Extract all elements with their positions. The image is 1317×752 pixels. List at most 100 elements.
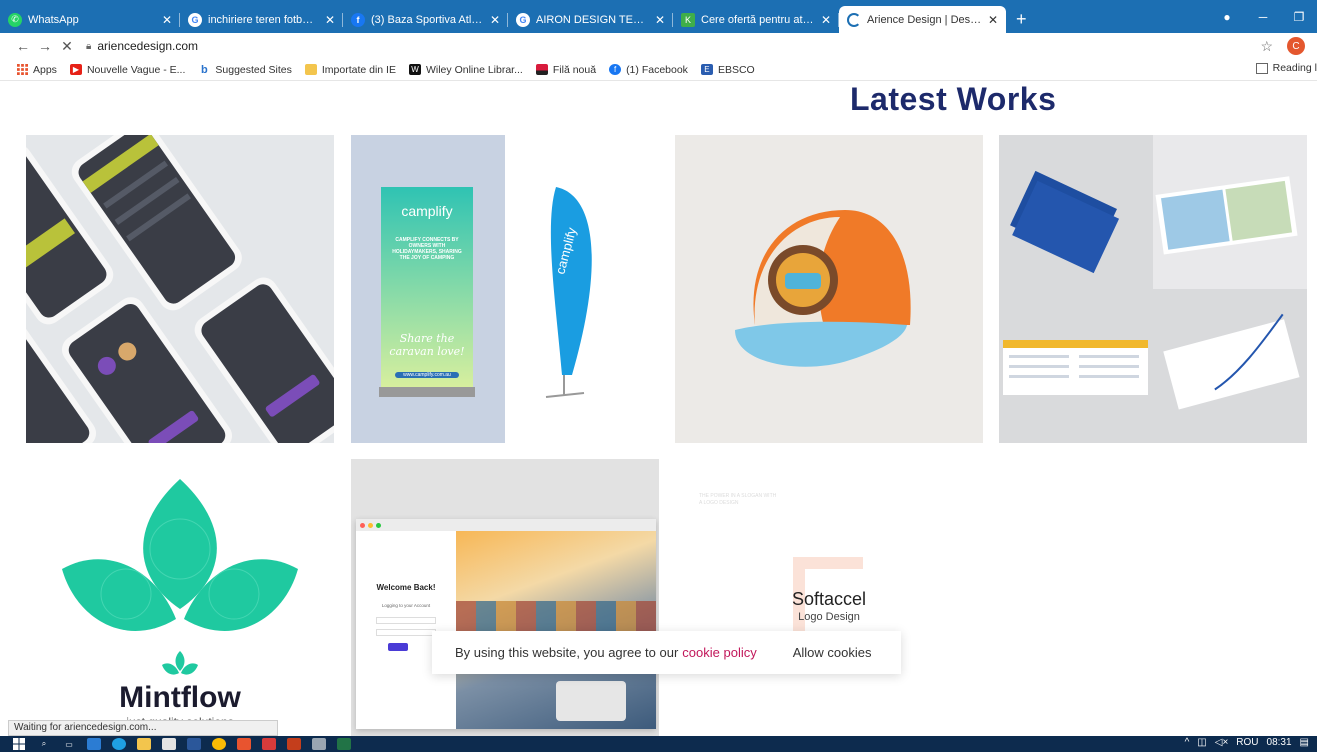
close-icon[interactable]: ✕ [821,13,831,27]
work-softaccel[interactable]: THE POWER IN A SLOGAN WITH A LOGO DESIGN… [675,459,983,736]
address-bar: ← → ✕ 🔒︎ ariencedesign.com ☆ C [0,33,1317,59]
chrome-icon[interactable] [212,738,226,750]
work-app-screens[interactable] [26,135,334,443]
banner-brand: camplify [401,203,453,219]
bookmark-fila-noua[interactable]: Filă nouă [535,63,597,76]
apps-grid-icon [16,64,28,75]
excel-icon[interactable] [337,738,351,750]
clock[interactable]: 08:31 [1267,737,1292,748]
task-view-icon[interactable]: ▭ [62,738,76,750]
tab-arience-design[interactable]: Arience Design | Design Compan ✕ [839,6,1006,33]
store-icon[interactable] [162,738,176,750]
tab-label: AIRON DESIGN TEAM SRL - Căut [536,13,649,26]
google-icon: G [516,12,530,27]
softaccel-subtitle: Logo Design [798,611,860,623]
bookmark-star-icon[interactable]: ☆ [1260,38,1273,55]
profile-menu-icon[interactable]: ● [1209,10,1245,24]
minimize-icon[interactable]: ─ [1245,10,1281,24]
cookie-policy-link[interactable]: cookie policy [682,645,756,660]
language-indicator[interactable]: ROU [1236,737,1258,748]
web-ui-title: Welcome Back! [376,583,436,592]
volume-icon[interactable]: ◁× [1215,737,1229,748]
cookie-message: By using this website, you agree to our [455,645,679,660]
reading-list-icon [1255,62,1268,74]
notifications-icon[interactable]: ▤ [1300,737,1309,748]
bookmark-label: Nouvelle Vague - E... [86,63,186,76]
bookmark-label: Importate din IE [321,63,396,76]
tab-google-search[interactable]: G inchiriere teren fotbal craiova - C ✕ [180,6,343,33]
tab-oferta[interactable]: K Cere ofertă pentru atelier croitori ✕ [673,6,839,33]
brochures-image [1003,135,1307,410]
banner-script: Share the caravan love! [389,332,465,358]
close-icon[interactable]: ✕ [988,13,998,27]
powerpoint-icon[interactable] [287,738,301,750]
close-icon[interactable]: ✕ [162,13,172,27]
onedrive-icon[interactable] [87,738,101,750]
back-icon[interactable]: ← [12,38,34,54]
bookmark-apps[interactable]: Apps [16,64,57,76]
app-icon[interactable] [237,738,251,750]
youtube-icon: ▶ [69,64,82,75]
bookmark-facebook[interactable]: f (1) Facebook [609,64,688,76]
chevron-up-icon[interactable]: ^ [1185,737,1190,748]
stop-icon[interactable]: ✕ [56,38,78,55]
banner-site: www.camplify.com.au [395,372,459,378]
tab-whatsapp[interactable]: ✆ WhatsApp ✕ [0,6,180,33]
whatsapp-icon: ✆ [8,12,22,27]
mintflow-small-mark [162,651,198,675]
close-icon[interactable]: ✕ [655,13,665,27]
rollup-banner: camplify CAMPLIFY CONNECTS BY OWNERS WIT… [381,187,473,387]
bookmark-wiley[interactable]: W Wiley Online Librar... [408,64,523,76]
tab-facebook[interactable]: f (3) Baza Sportiva Atletico Craiova ✕ [343,6,508,33]
work-cap-mockup[interactable] [675,135,983,443]
restore-icon[interactable]: ❐ [1281,10,1317,24]
close-icon[interactable]: ✕ [490,13,500,27]
work-web-ui[interactable]: Welcome Back! Logging to your Account [351,459,659,736]
tab-label: WhatsApp [28,13,79,26]
forward-icon[interactable]: → [34,38,56,54]
powerpoint-alt-icon[interactable] [262,738,276,750]
cookie-banner: By using this website, you agree to our … [432,631,901,674]
url-field[interactable]: 🔒︎ ariencedesign.com [86,39,198,53]
bookmark-label: Suggested Sites [215,63,292,76]
flag-icon [535,64,548,75]
windows-taskbar: ⌕ ▭ ^ ◫ ◁× ROU 08:31 ▤ [0,736,1317,752]
avatar[interactable]: C [1287,37,1305,55]
windows-start-icon[interactable] [12,738,26,750]
tab-label: Cere ofertă pentru atelier croitori [701,13,815,26]
tab-airon-search[interactable]: G AIRON DESIGN TEAM SRL - Căut ✕ [508,6,673,33]
mintflow-name: Mintflow [119,681,241,714]
reading-list-label: Reading l [1272,62,1317,74]
edge-icon[interactable] [112,738,126,750]
bookmark-label: Filă nouă [552,63,597,76]
tab-label: Arience Design | Design Compan [867,13,982,26]
network-icon[interactable]: ◫ [1197,737,1206,748]
work-brochures[interactable] [999,135,1307,443]
work-mintflow-logo[interactable]: Mintflow just quality solutions [26,459,334,736]
bookmark-importate-ie[interactable]: Importate din IE [304,63,396,76]
work-camplify-banners[interactable]: camplify CAMPLIFY CONNECTS BY OWNERS WIT… [351,135,659,443]
word-icon[interactable] [187,738,201,750]
allow-cookies-button[interactable]: Allow cookies [793,645,872,660]
bookmark-label: EBSCO [717,63,755,76]
web-page: Latest Works camplify CAMPLIFY CONNECTS … [0,81,1317,736]
new-tab-button[interactable]: + [1006,6,1037,33]
softaccel-title: Softaccel [791,589,867,609]
bookmark-ebsco[interactable]: E EBSCO [700,63,755,76]
bookmark-nouvelle-vague[interactable]: ▶ Nouvelle Vague - E... [69,63,186,76]
reading-list[interactable]: Reading l [1255,62,1317,74]
bookmark-suggested-sites[interactable]: b Suggested Sites [198,63,292,76]
app-screens-image [26,135,334,443]
file-explorer-icon[interactable] [137,738,151,750]
facebook-icon: f [609,64,622,75]
ebsco-icon: E [700,64,713,75]
page-title: Latest Works [850,81,1057,117]
url-text: ariencedesign.com [97,39,199,53]
cap-image [735,210,911,367]
bookmarks-bar: Apps ▶ Nouvelle Vague - E... b Suggested… [0,59,1317,81]
browser-mockup: Welcome Back! Logging to your Account [356,519,656,729]
search-icon[interactable]: ⌕ [37,738,51,750]
close-icon[interactable]: ✕ [325,13,335,27]
wiley-icon: W [408,64,421,75]
paint-icon[interactable] [312,738,326,750]
